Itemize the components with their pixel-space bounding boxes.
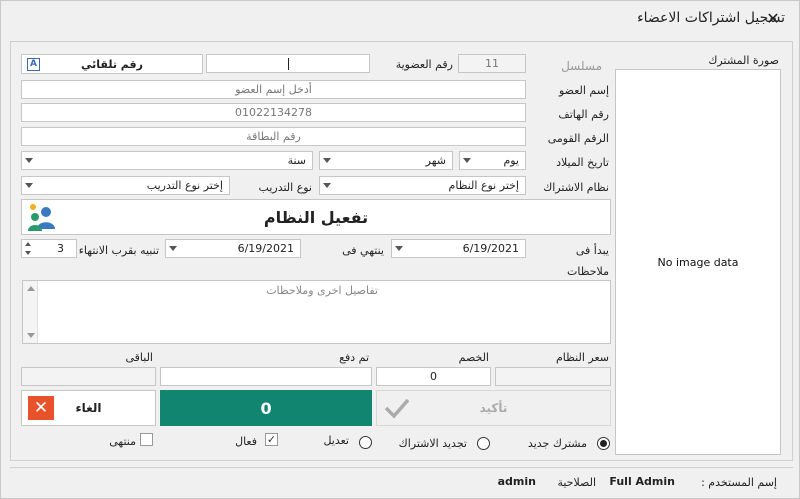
card-number-input[interactable] [206,54,370,73]
birth-month-select[interactable]: شهر [319,151,453,170]
start-date-label: يبدأ فى [575,244,609,257]
phone-label: رقم الهاتف [558,108,609,121]
photo-label: صورة المشترك [708,54,779,67]
cancel-button[interactable]: الغاء ✕ [21,390,156,426]
end-date-picker[interactable]: 6/19/2021 [165,239,301,258]
subscription-system-label: نظام الاشتراك [543,181,609,194]
membership-no-label: رقم العضوية [395,58,453,71]
total-value: 0 [260,398,272,418]
start-date-picker[interactable]: 6/19/2021 [391,239,526,258]
check-icon [384,398,410,419]
expired-label: منتهى [109,435,136,448]
notes-textarea[interactable]: تفاصيل اخرى وملاحظات [22,280,611,344]
text-caret [287,58,289,70]
active-label: فعال [235,435,257,448]
role-label: الصلاحية [557,476,596,489]
role-value: admin [497,475,536,488]
discount-label: الخصم [458,351,489,364]
training-type-select[interactable]: إختر نوع التدريب [21,176,230,195]
footer-divider [10,467,793,468]
activate-system-button[interactable]: تفعيل النظام [21,199,611,235]
scroll-down-icon[interactable] [27,333,35,338]
member-name-input[interactable]: أدخل إسم العضو [21,80,526,99]
activate-system-label: تفعيل النظام [263,207,369,227]
training-type-label: نوع التدريب [258,181,312,194]
notes-scrollbar[interactable] [23,281,38,343]
membership-no-field[interactable]: 11 [458,54,526,73]
confirm-label: تأكيد [479,401,508,415]
chevron-down-icon [169,246,177,251]
remaining-label: الباقى [125,351,153,364]
cancel-icon: ✕ [28,396,54,420]
paid-input[interactable] [160,367,372,386]
chevron-down-icon [25,183,33,188]
user-value: Full Admin [609,475,675,488]
cancel-label: الغاء [75,401,102,415]
notes-label: ملاحظات [567,265,609,278]
birth-year-select[interactable]: سنة [21,151,313,170]
spin-down-icon[interactable] [25,251,31,255]
close-icon[interactable]: ✕ [763,9,783,29]
active-checkbox[interactable]: ✓ [265,433,278,446]
renew-subscription-radio[interactable] [477,437,490,450]
end-date-label: ينتهي فى [342,244,384,257]
title-bar: تسجيل اشتراكات الاعضاء ✕ [1,1,799,37]
edit-label: تعديل [323,434,349,447]
price-label: سعر النظام [555,351,609,364]
remaining-field[interactable] [21,367,156,386]
expiry-alert-spinner[interactable]: 3 [21,239,77,258]
renew-subscription-label: تجديد الاشتراك [398,437,467,450]
national-id-input[interactable]: رقم البطاقة [21,127,526,146]
chevron-down-icon [323,183,331,188]
subscription-system-select[interactable]: إختر نوع النظام [319,176,526,195]
auto-number-label: رقم تلقائي [81,57,143,71]
confirm-button[interactable]: تأكيد [376,390,611,426]
birth-day-select[interactable]: يوم [459,151,526,170]
paid-label: تم دفع [339,351,369,364]
serial-label: مسلسل [561,59,602,73]
spin-up-icon[interactable] [25,242,31,246]
member-name-label: إسم العضو [558,84,609,97]
new-subscriber-radio[interactable] [597,437,610,450]
auto-number-button[interactable]: رقم تلقائي A [21,54,203,74]
chevron-down-icon [395,246,403,251]
chevron-down-icon [463,158,471,163]
photo-empty-text: No image data [657,256,739,269]
birth-date-label: تاريخ الميلاد [556,156,609,169]
expired-checkbox[interactable] [140,433,153,446]
chevron-down-icon [25,158,33,163]
chevron-down-icon [323,158,331,163]
expiry-alert-label: تنبيه بقرب الانتهاء [78,244,159,257]
user-label: إسم المستخدم : [701,476,777,489]
subscription-window: تسجيل اشتراكات الاعضاء ✕ صورة المشترك No… [0,0,800,499]
national-id-label: الرقم القومى [547,132,609,145]
notes-placeholder: تفاصيل اخرى وملاحظات [266,284,378,297]
price-field[interactable] [495,367,611,386]
auto-number-icon: A [27,58,40,71]
subscriber-photo[interactable]: No image data [615,69,781,455]
discount-input[interactable]: 0 [376,367,491,386]
phone-input[interactable]: 01022134278 [21,103,526,122]
users-icon [28,204,55,231]
total-display: 0 [160,390,372,426]
edit-radio[interactable] [359,436,372,449]
new-subscriber-label: مشترك جديد [527,437,587,450]
scroll-up-icon[interactable] [27,286,35,291]
